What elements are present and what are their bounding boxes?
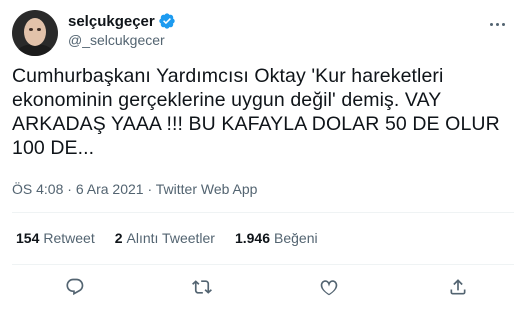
share-icon (450, 279, 466, 295)
tweet-source[interactable]: Twitter Web App (156, 181, 258, 197)
retweet-count: 154 (16, 230, 40, 246)
meta-separator: · (147, 181, 153, 197)
tweet-text: Cumhurbaşkanı Yardımcısı Oktay 'Kur hare… (12, 64, 512, 160)
verified-badge-icon (159, 13, 175, 29)
divider (12, 264, 514, 265)
retweet-label: Retweet (43, 230, 95, 246)
divider (12, 212, 514, 213)
author-names: selçukgeçer @_selcukgecer (68, 12, 176, 48)
tweet-time[interactable]: ÖS 4:08 (12, 181, 63, 197)
more-icon (489, 22, 493, 26)
quote-label: Alıntı Tweetler (126, 230, 215, 246)
tweet-date[interactable]: 6 Ara 2021 (76, 181, 144, 197)
quote-count: 2 (114, 230, 123, 246)
reply-icon (66, 278, 84, 296)
author-handle[interactable]: @_selcukgecer (68, 32, 176, 48)
like-button[interactable] (312, 272, 346, 302)
more-icon (495, 22, 499, 26)
avatar-eye (37, 28, 41, 31)
more-icon (501, 22, 505, 26)
retweet-icon (192, 280, 212, 294)
tweet-text-line: 100 DE... (12, 137, 95, 159)
avatar-eye (29, 28, 33, 31)
tweet-text-line: ARKADAŞ YAAA !!! BU KAFAYLA DOLAR 50 DE … (12, 113, 500, 135)
meta-separator: · (67, 181, 72, 197)
avatar-face (24, 18, 46, 46)
retweet-count-link[interactable]: 154 Retweet (16, 230, 95, 246)
like-label: Beğeni (274, 230, 318, 246)
retweet-button[interactable] (185, 272, 219, 302)
share-button[interactable] (441, 272, 475, 302)
more-button[interactable] (486, 14, 508, 34)
quote-count-link[interactable]: 2 Alıntı Tweetler (115, 230, 215, 246)
display-name[interactable]: selçukgeçer (68, 13, 155, 30)
tweet-text-line: Cumhurbaşkanı Yardımcısı Oktay 'Kur hare… (12, 65, 444, 87)
tweet-header: selçukgeçer @_selcukgecer (12, 8, 514, 56)
tweet-actions (0, 272, 526, 302)
avatar[interactable] (12, 10, 58, 56)
reply-button[interactable] (58, 272, 92, 302)
tweet-stats: 154 Retweet 2 Alıntı Tweetler 1.946 Beğeni (16, 230, 318, 246)
tweet-text-line: ekonominin gerçeklerine uygun değil' dem… (12, 89, 442, 111)
display-name-row: selçukgeçer (68, 12, 176, 30)
like-count-link[interactable]: 1.946 Beğeni (235, 230, 318, 246)
heart-icon (320, 280, 338, 296)
tweet-meta: ÖS 4:08 · 6 Ara 2021 · Twitter Web App (12, 181, 257, 197)
like-count: 1.946 (234, 230, 271, 246)
